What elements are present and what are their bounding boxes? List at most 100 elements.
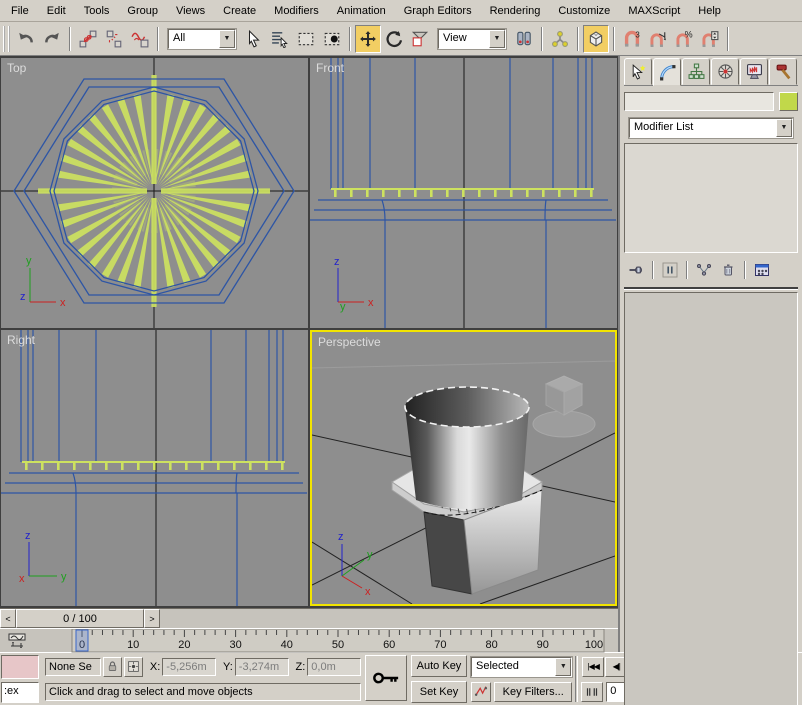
set-keys-button[interactable] (365, 655, 407, 701)
unlink-selection-icon[interactable] (101, 25, 127, 53)
auto-key-button[interactable]: Auto Key (411, 655, 467, 677)
show-end-result-button[interactable] (658, 259, 682, 281)
stack-toolbar-separator (652, 261, 654, 279)
window-crossing-icon[interactable] (319, 25, 345, 53)
toolbar-grip[interactable] (3, 26, 10, 52)
select-object-icon[interactable] (241, 25, 267, 53)
select-and-scale-icon[interactable] (407, 25, 433, 53)
svg-text:z: z (25, 530, 31, 542)
spinner-snap-toggle-icon[interactable] (697, 25, 723, 53)
key-mode-toggle-button[interactable] (581, 682, 603, 702)
chevron-down-icon[interactable]: ▼ (776, 119, 792, 137)
go-to-start-button[interactable]: |◀◀ (582, 657, 604, 677)
svg-text:x: x (19, 573, 25, 585)
prompt-line: Click and drag to select and move object… (45, 683, 361, 701)
percent-snap-toggle-icon[interactable]: % (671, 25, 697, 53)
toolbar-separator (577, 27, 579, 51)
make-unique-button[interactable] (692, 259, 716, 281)
key-filters-button[interactable]: Key Filters... (494, 682, 572, 702)
select-and-link-icon[interactable] (75, 25, 101, 53)
rectangular-selection-region-icon[interactable] (293, 25, 319, 53)
viewport-label-perspective: Perspective (318, 335, 381, 349)
redo-icon[interactable] (39, 25, 65, 53)
menu-item-maxscript[interactable]: MAXScript (619, 2, 689, 20)
svg-text:z: z (334, 256, 340, 268)
selection-filter-dropdown[interactable]: All▼ (168, 29, 236, 49)
key-mode-dropdown[interactable]: Selected ▼ (471, 657, 572, 677)
tab-motion[interactable] (711, 58, 739, 85)
svg-text:z: z (338, 531, 344, 543)
menu-item-edit[interactable]: Edit (38, 2, 75, 20)
viewport-right[interactable]: z y x Right (1, 330, 308, 606)
macro-recorder-field[interactable] (1, 655, 39, 679)
svg-text:90: 90 (537, 639, 549, 651)
menu-item-group[interactable]: Group (118, 2, 167, 20)
modifier-list-dropdown[interactable]: Modifier List ▼ (629, 118, 793, 138)
z-coordinate-field[interactable]: 0,0m (307, 658, 361, 676)
svg-text:40: 40 (281, 639, 293, 651)
3ds-max-window: FileEditToolsGroupViewsCreateModifiersAn… (0, 0, 802, 705)
object-name-field[interactable] (624, 92, 774, 111)
y-coordinate-field[interactable]: -3,274m (235, 658, 289, 676)
absolute-mode-transform-toggle[interactable] (124, 657, 143, 677)
select-and-rotate-icon[interactable] (381, 25, 407, 53)
pin-stack-button[interactable] (624, 259, 648, 281)
viewport-front[interactable]: z y x Front (310, 58, 617, 328)
set-key-button[interactable]: Set Key (411, 681, 467, 703)
viewport-perspective[interactable]: z y x Perspective (310, 330, 617, 606)
menu-item-tools[interactable]: Tools (75, 2, 119, 20)
svg-text:3: 3 (635, 30, 640, 39)
menu-item-rendering[interactable]: Rendering (481, 2, 550, 20)
toolbar-separator (157, 27, 159, 51)
menu-item-create[interactable]: Create (214, 2, 265, 20)
tab-create[interactable] (624, 58, 652, 85)
menu-item-customize[interactable]: Customize (549, 2, 619, 20)
configure-modifier-sets-button[interactable] (750, 259, 774, 281)
svg-text:30: 30 (229, 639, 241, 651)
open-mini-curve-editor-button[interactable] (0, 630, 34, 652)
snap-toggle-3d-icon[interactable]: 3 (619, 25, 645, 53)
chevron-down-icon[interactable]: ▼ (489, 30, 505, 48)
select-and-manipulate-icon[interactable] (547, 25, 573, 53)
menu-item-file[interactable]: File (2, 2, 38, 20)
tab-utilities[interactable] (769, 58, 797, 85)
object-color-swatch[interactable] (779, 92, 798, 111)
default-in-out-tangents-button[interactable] (471, 682, 491, 702)
key-icon (372, 669, 400, 687)
time-slider-next-button[interactable]: > (144, 609, 160, 628)
modifier-stack-list[interactable] (624, 143, 798, 253)
maxscript-listener-field[interactable]: :ex (1, 682, 39, 703)
selection-lock-toggle[interactable] (103, 657, 122, 677)
chevron-down-icon[interactable]: ▼ (219, 30, 235, 48)
x-coordinate-field[interactable]: -5,256m (162, 658, 216, 676)
angle-snap-toggle-icon[interactable] (645, 25, 671, 53)
main-toolbar: All▼ View▼ 3% (0, 22, 802, 56)
select-by-name-icon[interactable] (267, 25, 293, 53)
menu-item-animation[interactable]: Animation (328, 2, 395, 20)
tab-hierarchy[interactable] (682, 58, 710, 85)
axis-y-label: y (26, 255, 32, 267)
menu-item-modifiers[interactable]: Modifiers (265, 2, 328, 20)
time-slider-prev-button[interactable]: < (0, 609, 16, 628)
tab-display[interactable] (740, 58, 768, 85)
time-slider-handle[interactable]: 0 / 100 (16, 609, 144, 628)
menu-item-views[interactable]: Views (167, 2, 214, 20)
viewport-label-top: Top (7, 61, 26, 75)
use-pivot-point-center-icon[interactable] (511, 25, 537, 53)
toolbar-separator (541, 27, 543, 51)
tab-modify[interactable] (653, 58, 681, 86)
viewport-top[interactable]: y x z Top (1, 58, 308, 328)
reference-coordinate-system-dropdown[interactable]: View▼ (438, 29, 506, 49)
menu-item-help[interactable]: Help (689, 2, 730, 20)
bind-to-space-warp-icon[interactable] (127, 25, 153, 53)
select-and-move-icon[interactable] (355, 25, 381, 53)
chevron-down-icon[interactable]: ▼ (555, 658, 571, 676)
snaps-toggle-icon[interactable] (583, 25, 609, 53)
time-slider-track[interactable] (160, 609, 618, 628)
menu-item-graph-editors[interactable]: Graph Editors (395, 2, 481, 20)
track-bar-frame-handle[interactable] (76, 630, 88, 651)
toolbar-separator (613, 27, 615, 51)
undo-icon[interactable] (13, 25, 39, 53)
remove-modifier-button[interactable] (716, 259, 740, 281)
track-bar-ruler[interactable]: 0102030405060708090100 (34, 629, 614, 653)
